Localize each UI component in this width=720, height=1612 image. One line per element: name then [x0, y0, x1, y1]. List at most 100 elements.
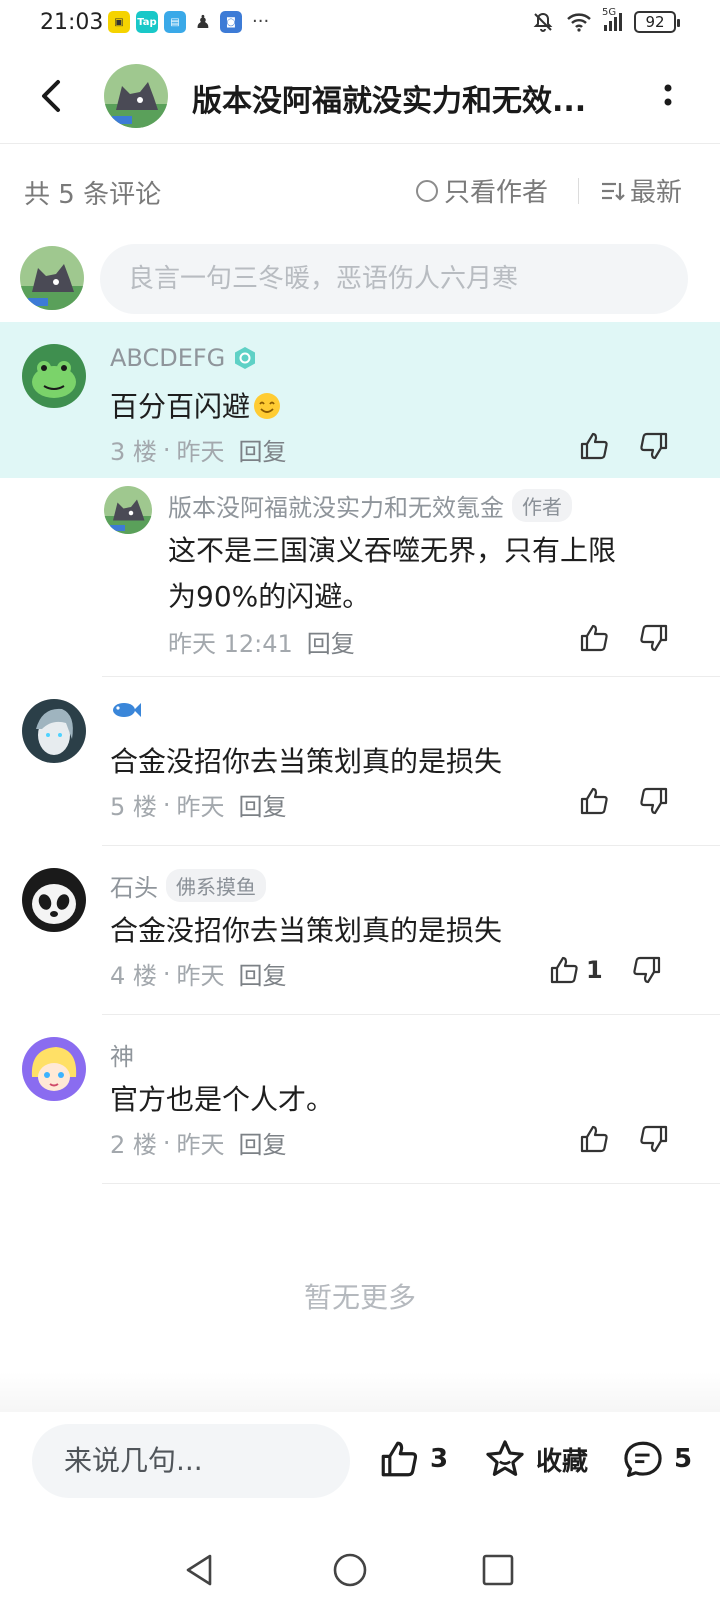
status-right: 5G 92: [532, 7, 680, 33]
nav-recents-button[interactable]: [478, 1550, 518, 1590]
thumbs-down-icon: [640, 787, 668, 815]
wolf-avatar-icon: [104, 64, 168, 128]
user-name[interactable]: 版本没阿福就没实力和无效氪金 作者: [168, 488, 572, 523]
comment-actions: [578, 622, 670, 654]
sort-icon: [602, 182, 625, 201]
comment-actions: 1: [548, 954, 663, 986]
no-more-text: 暂无更多: [303, 1281, 416, 1314]
dislike-button[interactable]: [638, 785, 670, 817]
floor-number: 3 楼: [110, 438, 157, 466]
user-name-text: 石头: [110, 874, 158, 902]
comment-time: 昨天: [176, 793, 225, 821]
nav-home-button[interactable]: [330, 1550, 370, 1590]
comment-actions: [578, 785, 670, 817]
author-only-label: 只看作者: [444, 178, 549, 208]
author-only-toggle[interactable]: 只看作者: [416, 172, 548, 209]
status-bar: 21:03 ▣ Tap ▤ ♟ ◙ ··· 5G 92: [0, 0, 720, 48]
user-name[interactable]: 神: [110, 1037, 134, 1072]
comment-time: 昨天: [176, 438, 225, 466]
thumbs-down-icon: [640, 1125, 668, 1153]
battery-level: 92: [645, 13, 665, 31]
author-avatar[interactable]: [104, 486, 152, 534]
thumbs-up-icon: [580, 432, 608, 460]
comment-item: ABCDEFG 百分百闪避 3 楼 · 昨天 回复: [0, 322, 720, 478]
dislike-button[interactable]: [638, 430, 670, 462]
favorite-button[interactable]: 收藏: [484, 1438, 588, 1480]
post-like-count: 3: [430, 1444, 449, 1474]
floor-number: 4 楼: [110, 962, 157, 990]
quick-comment-input[interactable]: 来说几句...: [32, 1424, 350, 1498]
like-button[interactable]: [578, 785, 610, 817]
star-icon: [486, 1440, 524, 1476]
reply-button[interactable]: 回复: [239, 956, 287, 991]
filter-divider: [578, 178, 579, 204]
like-button[interactable]: [578, 1123, 610, 1155]
floor-number: 2 楼: [110, 1131, 157, 1159]
comments-button[interactable]: 5: [622, 1438, 692, 1480]
reply-item: 版本没阿福就没实力和无效氪金 作者 这不是三国演义吞噬无界，只有上限 为90%的…: [0, 478, 720, 676]
comment-item: 合金没招你去当策划真的是损失 5 楼 · 昨天 回复: [0, 677, 720, 845]
cellular-signal-icon: 5G: [602, 7, 622, 31]
user-avatar[interactable]: [22, 699, 86, 763]
like-button[interactable]: 1: [548, 954, 603, 986]
user-avatar[interactable]: [22, 344, 86, 408]
comment-time: 昨天: [176, 1131, 225, 1159]
top-header: 版本没阿福就没实力和无效...: [0, 48, 720, 144]
sort-button[interactable]: 最新: [600, 172, 682, 209]
verified-badge-icon: [235, 347, 256, 369]
user-name[interactable]: [110, 699, 142, 721]
reply-button[interactable]: 回复: [239, 1125, 287, 1160]
user-name-text: ABCDEFG: [110, 344, 226, 372]
qq-notification-icon: ♟: [194, 11, 212, 33]
comment-input[interactable]: [100, 244, 688, 314]
taptap-notification-icon: Tap: [136, 11, 158, 33]
back-button[interactable]: [32, 74, 72, 118]
comment-meta: 昨天 12:41 回复: [168, 624, 355, 659]
post-like-button[interactable]: 3: [378, 1438, 448, 1480]
like-button[interactable]: [578, 430, 610, 462]
more-options-button[interactable]: [656, 76, 680, 116]
comment-actions: [578, 430, 670, 462]
divider: [102, 1183, 720, 1184]
thumbs-up-icon: [580, 624, 608, 652]
comment-bubble-icon: [624, 1441, 662, 1477]
anime-avatar-icon: [22, 699, 86, 763]
comment-meta: 5 楼 · 昨天 回复: [110, 787, 287, 822]
thumbs-down-icon: [640, 432, 668, 460]
comment-actions: [578, 1123, 670, 1155]
thumbs-up-icon: [580, 787, 608, 815]
floor-number: 5 楼: [110, 793, 157, 821]
radio-icon: [416, 179, 438, 202]
triangle-back-icon: [186, 1554, 212, 1586]
user-avatar[interactable]: [22, 1037, 86, 1101]
comment-meta: 2 楼 · 昨天 回复: [110, 1125, 287, 1160]
thumbs-up-icon: [381, 1441, 418, 1477]
app2-notification-icon: ◙: [220, 11, 242, 33]
thumbs-up-icon: [550, 956, 578, 984]
wolf-avatar-icon: [104, 486, 152, 534]
cartoon-avatar-icon: [22, 1037, 86, 1101]
bottom-shadow: [0, 1372, 720, 1412]
user-name[interactable]: 石头 佛系摸鱼: [110, 868, 266, 903]
reply-button[interactable]: 回复: [239, 787, 287, 822]
comment-text: 合金没招你去当策划真的是损失: [110, 745, 503, 778]
user-name-text: 版本没阿福就没实力和无效氪金: [168, 494, 504, 522]
wolf-avatar-icon: [20, 246, 84, 310]
author-badge: 作者: [512, 489, 572, 522]
nav-back-button[interactable]: [180, 1550, 220, 1590]
smile-emoji-icon: [254, 393, 281, 419]
reply-button[interactable]: 回复: [307, 624, 355, 659]
like-button[interactable]: [578, 622, 610, 654]
fish-icon: [113, 703, 141, 717]
user-name[interactable]: ABCDEFG: [110, 344, 257, 372]
dislike-button[interactable]: [638, 1123, 670, 1155]
user-avatar[interactable]: [22, 868, 86, 932]
comment-meta: 4 楼 · 昨天 回复: [110, 956, 287, 991]
reply-button[interactable]: 回复: [239, 432, 287, 467]
dislike-button[interactable]: [638, 622, 670, 654]
dislike-button[interactable]: [631, 954, 663, 986]
wifi-icon: [567, 13, 591, 32]
comment-filter-bar: 共 5 条评论 只看作者 最新: [0, 144, 720, 236]
comment-input-row: [0, 236, 720, 332]
author-avatar[interactable]: [104, 64, 168, 128]
